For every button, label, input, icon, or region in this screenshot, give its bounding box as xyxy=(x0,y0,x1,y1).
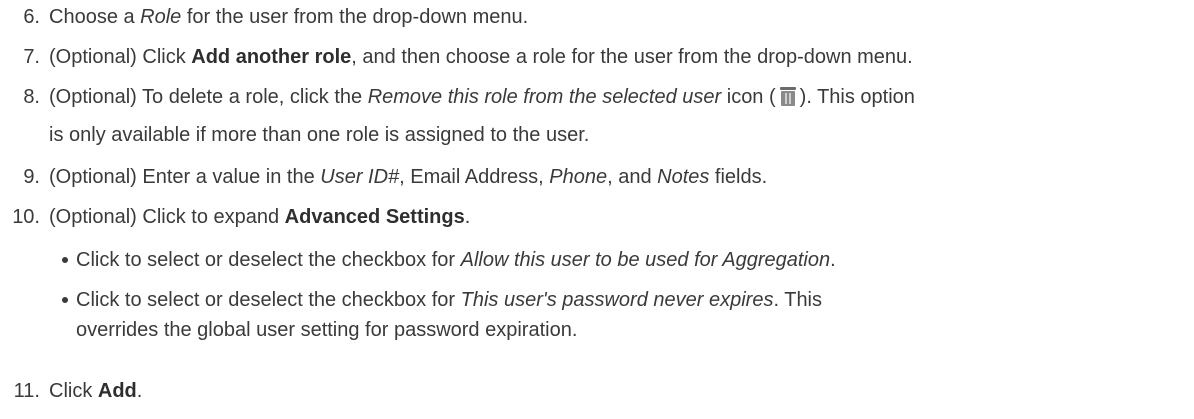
step-text: (Optional) Enter a value in the User ID#… xyxy=(49,166,768,188)
step-text: is only available if more than one role … xyxy=(49,124,590,146)
bullet-item: Click to select or deselect the checkbox… xyxy=(62,244,836,276)
step-number: 10. xyxy=(12,206,40,228)
step-number: 9. xyxy=(23,166,40,188)
bullet-item: Click to select or deselect the checkbox… xyxy=(62,284,822,316)
add-another-role-term: Add another role xyxy=(191,46,352,68)
step-number: 6. xyxy=(23,6,40,28)
user-id-term: User ID# xyxy=(320,166,400,188)
role-term: Role xyxy=(140,6,182,28)
step-text: Choose a Role for the user from the drop… xyxy=(49,6,529,28)
bullet-icon xyxy=(62,297,68,303)
remove-role-term: Remove this role from the selected user xyxy=(367,86,722,108)
step-number: 8. xyxy=(23,86,40,108)
advanced-settings-term: Advanced Settings xyxy=(284,206,465,228)
step-text: (Optional) To delete a role, click the R… xyxy=(49,85,915,108)
step-text: (Optional) Click Add another role, and t… xyxy=(49,46,913,68)
phone-term: Phone xyxy=(549,166,608,188)
aggregation-term: Allow this user to be used for Aggregati… xyxy=(460,249,831,271)
step-text: Click Add. xyxy=(49,380,143,402)
trash-icon xyxy=(778,85,798,107)
step-text: (Optional) Click to expand Advanced Sett… xyxy=(49,206,471,228)
step-number: 7. xyxy=(23,46,40,68)
password-never-expires-term: This user's password never expires xyxy=(460,289,774,311)
bullet-continuation: overrides the global user setting for pa… xyxy=(76,319,578,341)
bullet-icon xyxy=(62,257,68,263)
step-number: 11. xyxy=(13,380,40,402)
add-term: Add xyxy=(97,380,137,402)
notes-term: Notes xyxy=(657,166,710,188)
